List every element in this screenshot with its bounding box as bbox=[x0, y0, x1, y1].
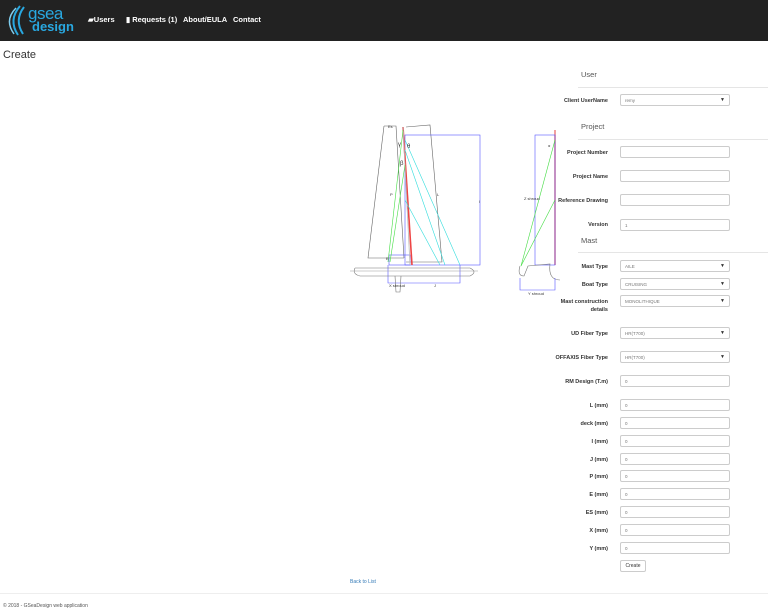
j-label: J (mm) bbox=[589, 457, 608, 463]
wave-logo-icon bbox=[8, 5, 25, 36]
nav-requests-label: Requests (1) bbox=[132, 15, 178, 24]
label-x-shroud: X shroud bbox=[389, 283, 405, 288]
l-input[interactable]: 0 bbox=[620, 399, 730, 411]
y-input[interactable]: 0 bbox=[620, 542, 730, 554]
logo-text-bottom: design bbox=[32, 19, 74, 34]
label-es: Es bbox=[388, 124, 393, 129]
nav-users[interactable]: ▰Users bbox=[88, 15, 115, 24]
label-l: L bbox=[437, 192, 440, 197]
offaxis-fiber-select[interactable]: HR(T700) bbox=[620, 351, 730, 363]
j-input[interactable]: 0 bbox=[620, 453, 730, 465]
i-input[interactable]: 0 bbox=[620, 435, 730, 447]
divider bbox=[578, 139, 768, 140]
reference-drawing-input[interactable] bbox=[620, 194, 730, 206]
label-theta: θ bbox=[407, 144, 411, 150]
client-username-select[interactable]: remy bbox=[620, 94, 730, 106]
mast-type-select[interactable]: AILE bbox=[620, 260, 730, 272]
ud-fiber-select[interactable]: HR(T700) bbox=[620, 327, 730, 339]
l-label: L (mm) bbox=[589, 403, 608, 409]
mast-type-label: Mast Type bbox=[581, 264, 609, 270]
p-label: P (mm) bbox=[589, 474, 608, 480]
project-number-input[interactable] bbox=[620, 146, 730, 158]
offaxis-fiber-label: OFFAXIS Fiber Type bbox=[555, 355, 608, 361]
project-name-input[interactable] bbox=[620, 170, 730, 182]
ud-fiber-label: UD Fiber Type bbox=[571, 331, 608, 337]
p-input[interactable]: 0 bbox=[620, 470, 730, 482]
page-title: Create bbox=[3, 49, 37, 61]
project-number-label: Project Number bbox=[567, 150, 608, 156]
client-username-label: Client UserName bbox=[563, 98, 608, 104]
es-label: ES (mm) bbox=[585, 510, 608, 516]
x-label: X (mm) bbox=[589, 528, 608, 534]
label-i: I bbox=[479, 199, 480, 204]
mast-construction-label: Mast construction details bbox=[560, 299, 608, 313]
label-z-shroud: Z shroud bbox=[524, 196, 540, 201]
mast-construction-select[interactable]: MONOLITHIQUE bbox=[620, 295, 730, 307]
divider bbox=[578, 87, 768, 88]
label-alpha: α bbox=[548, 143, 551, 148]
deck-input[interactable]: 0 bbox=[620, 417, 730, 429]
nav-about[interactable]: About/EULA bbox=[183, 15, 227, 24]
label-y-shroud: Y shroud bbox=[528, 291, 544, 296]
back-to-list-link[interactable]: Back to List bbox=[350, 579, 376, 585]
label-j: J bbox=[434, 283, 436, 288]
i-label: I (mm) bbox=[591, 439, 609, 445]
y-label: Y (mm) bbox=[589, 546, 608, 552]
section-user: User bbox=[581, 70, 597, 79]
navbar: gsea design ▰Users ▮ Requests (1) About/… bbox=[0, 0, 768, 41]
nav-requests[interactable]: ▮ Requests (1) bbox=[126, 15, 177, 24]
nav-users-label: Users bbox=[93, 15, 115, 24]
label-beta: β bbox=[400, 161, 404, 167]
reference-drawing-label: Reference Drawing bbox=[558, 198, 608, 204]
e-label: E (mm) bbox=[589, 492, 608, 498]
section-mast: Mast bbox=[581, 236, 598, 245]
e-input[interactable]: 0 bbox=[620, 488, 730, 500]
divider bbox=[578, 252, 768, 253]
section-project: Project bbox=[581, 122, 605, 131]
nav-contact[interactable]: Contact bbox=[233, 15, 261, 24]
deck-label: deck (mm) bbox=[580, 421, 608, 427]
label-e: E bbox=[386, 256, 389, 261]
x-input[interactable]: 0 bbox=[620, 524, 730, 536]
project-name-label: Project Name bbox=[572, 174, 608, 180]
boat-type-select[interactable]: CRUISING bbox=[620, 278, 730, 290]
version-input[interactable]: 1 bbox=[620, 219, 730, 231]
mast-rig-diagram: E P L I J X shroud Z shroud Y shroud Es … bbox=[350, 124, 561, 296]
rm-design-input[interactable]: 0 bbox=[620, 375, 730, 387]
label-gamma: γ bbox=[398, 142, 401, 148]
label-p: P bbox=[390, 192, 393, 197]
footer-text: © 2018 - GSeaDesign web application bbox=[3, 603, 88, 609]
create-button[interactable]: Create bbox=[620, 560, 646, 572]
boat-type-label: Boat Type bbox=[581, 282, 608, 288]
rm-design-label: RM Design (T.m) bbox=[565, 379, 608, 385]
version-label: Version bbox=[588, 222, 608, 228]
footer-divider bbox=[0, 593, 768, 594]
es-input[interactable]: 0 bbox=[620, 506, 730, 518]
logo[interactable]: gsea design bbox=[6, 4, 78, 38]
